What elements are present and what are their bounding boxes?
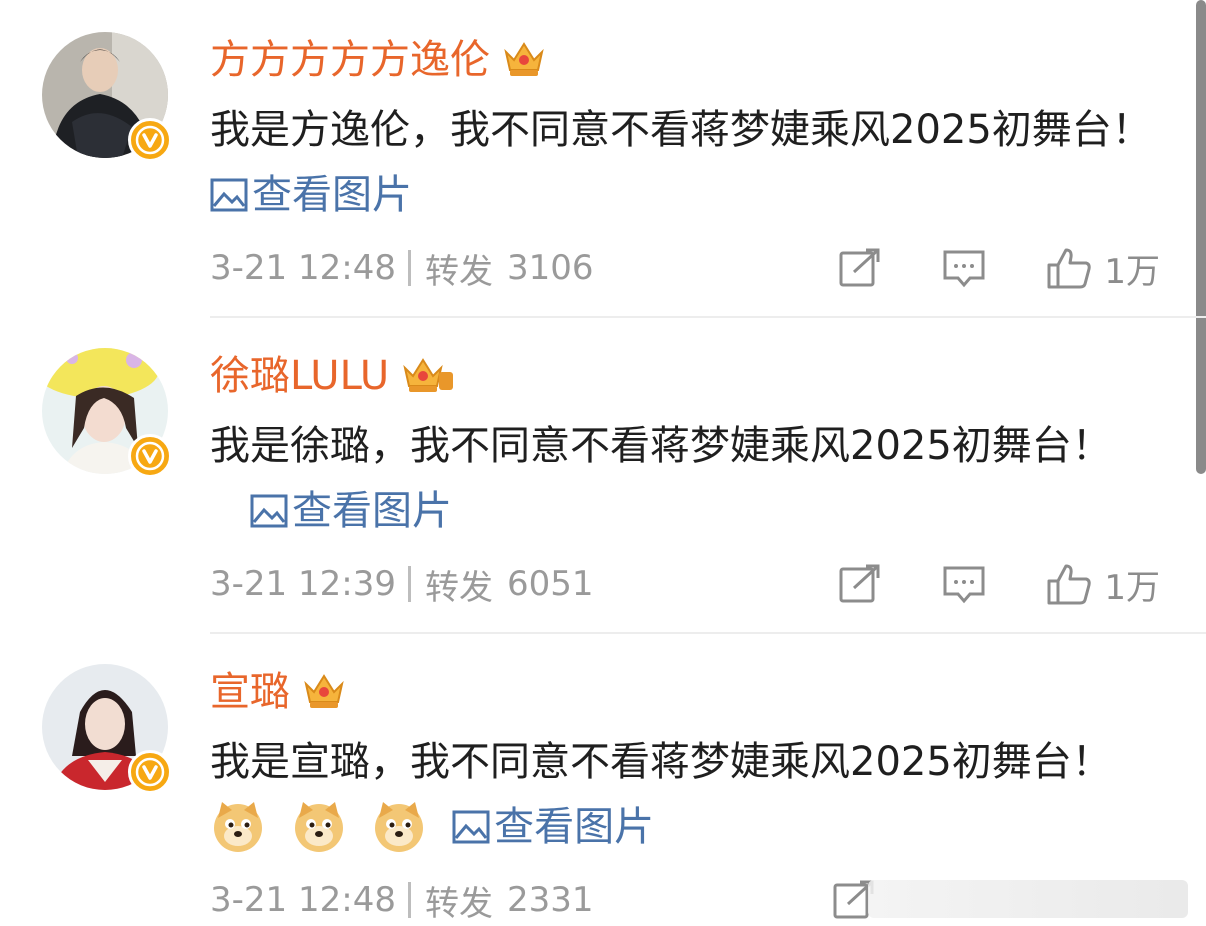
image-icon: [452, 799, 490, 864]
post-divider: [210, 316, 1206, 318]
post-text: 我是徐璐，我不同意不看蒋梦婕乘风2025初舞台！: [210, 423, 1112, 469]
verified-v-icon: [128, 750, 172, 794]
username[interactable]: 徐璐LULU: [210, 346, 389, 406]
doge-emoji-icon: [210, 798, 266, 874]
doge-emoji-icon: [371, 798, 427, 874]
post-text: 我是宣璐，我不同意不看蒋梦婕乘风2025初舞台！: [210, 739, 1112, 785]
view-images-label: 查看图片: [252, 172, 412, 218]
post-time: 3-21 12:48: [210, 880, 396, 920]
vip-crown-icon: [502, 38, 546, 82]
view-images-link[interactable]: 查看图片: [452, 804, 654, 850]
vip-crown-icon: [401, 354, 455, 398]
divider: [407, 566, 411, 602]
scrollbar[interactable]: [1196, 0, 1206, 474]
like-count: 1万: [1104, 567, 1160, 608]
view-images-link[interactable]: 查看图片: [250, 488, 452, 534]
like-count: 1万: [1104, 251, 1160, 292]
doge-emoji-icon: [291, 798, 347, 874]
repost-icon: [839, 564, 880, 603]
watermark-overlay: [868, 880, 1188, 918]
repost-count: 3106: [506, 248, 594, 288]
post-content: 我是徐璐，我不同意不看蒋梦婕乘风2025初舞台！ 查看图片: [210, 414, 1160, 548]
username[interactable]: 方方方方方逸伦: [210, 30, 490, 90]
view-images-label: 查看图片: [292, 488, 452, 534]
comment-icon: [943, 566, 985, 604]
thumbs-up-icon: [1047, 564, 1092, 605]
post-content: 我是方逸伦，我不同意不看蒋梦婕乘风2025初舞台！ 查看图片: [210, 98, 1160, 232]
comment-button[interactable]: [942, 248, 986, 288]
repost-label: 转发: [424, 251, 493, 292]
post-divider: [210, 632, 1206, 634]
like-button[interactable]: 1万: [1046, 560, 1160, 609]
view-images-label: 查看图片: [494, 804, 655, 850]
username[interactable]: 宣璐: [210, 662, 290, 722]
repost-label: 转发: [424, 567, 493, 608]
repost-label: 转发: [424, 883, 493, 924]
divider: [407, 882, 411, 918]
like-button[interactable]: 1万: [1046, 244, 1160, 293]
post-text: 我是方逸伦，我不同意不看蒋梦婕乘风2025初舞台！: [210, 107, 1152, 153]
verified-v-icon: [128, 118, 172, 162]
view-images-link[interactable]: 查看图片: [210, 172, 412, 218]
repost-icon: [839, 248, 880, 287]
comment-icon: [943, 250, 985, 288]
repost-button[interactable]: [838, 564, 882, 604]
thumbs-up-icon: [1047, 248, 1092, 289]
vip-crown-icon: [302, 670, 346, 714]
comment-button[interactable]: [942, 564, 986, 604]
post-time: 3-21 12:48: [210, 248, 396, 288]
divider: [407, 250, 411, 286]
image-icon: [250, 483, 288, 548]
post-time: 3-21 12:39: [210, 564, 396, 604]
post-content: 我是宣璐，我不同意不看蒋梦婕乘风2025初舞台！ 查看图片: [210, 730, 1160, 874]
verified-v-icon: [128, 434, 172, 478]
repost-button[interactable]: [838, 248, 882, 288]
repost-count: 6051: [506, 564, 594, 604]
repost-count: 2331: [506, 880, 594, 920]
image-icon: [210, 167, 248, 232]
